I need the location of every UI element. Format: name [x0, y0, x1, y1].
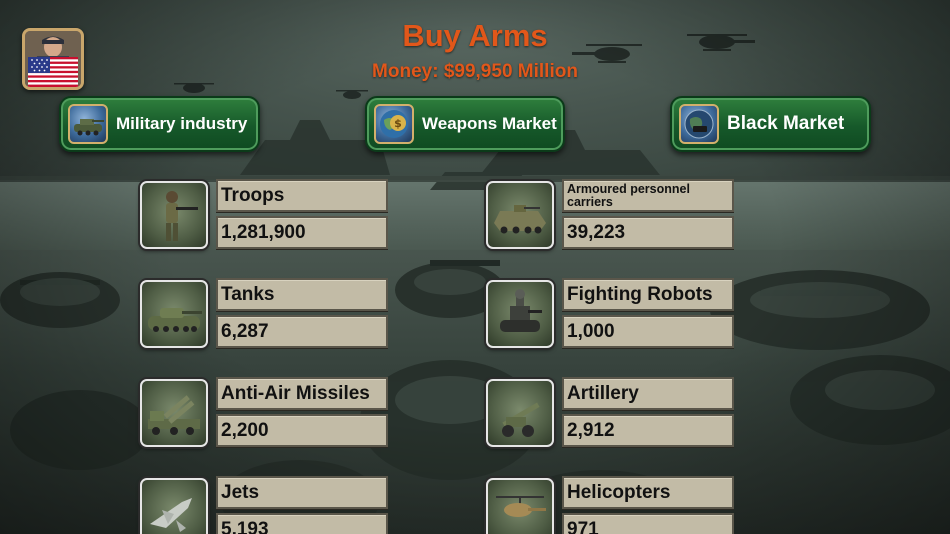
tank-icon[interactable]: [140, 280, 208, 348]
artillery-count: 2,912: [562, 414, 734, 447]
svg-text:$: $: [394, 117, 402, 130]
anti-air-missiles-name: Anti-Air Missiles: [216, 377, 388, 410]
jets-count: 5,193: [216, 513, 388, 534]
apc-count: 39,223: [562, 216, 734, 249]
artillery-icon[interactable]: [486, 379, 554, 447]
tanks-name: Tanks: [216, 278, 388, 311]
helicopters-name: Helicopters: [562, 476, 734, 509]
black-market-button[interactable]: Black Market: [670, 96, 871, 152]
troops-count: 1,281,900: [216, 216, 388, 249]
page-title: Buy Arms: [402, 18, 548, 53]
apc-icon[interactable]: [486, 181, 554, 249]
factory-tank-icon: [68, 104, 108, 144]
jet-icon[interactable]: [140, 478, 208, 534]
fighting-robots-name: Fighting Robots: [562, 278, 734, 311]
soldier-icon[interactable]: [140, 181, 208, 249]
fighting-robots-count: 1,000: [562, 315, 734, 348]
weapons-market-label: Weapons Market: [422, 114, 557, 133]
country-button[interactable]: [22, 28, 84, 90]
us-flag-icon: [28, 57, 78, 87]
jets-name: Jets: [216, 476, 388, 509]
tanks-count: 6,287: [216, 315, 388, 348]
military-industry-label: Military industry: [116, 114, 248, 133]
military-industry-button[interactable]: Military industry: [59, 96, 260, 152]
robot-icon[interactable]: [486, 280, 554, 348]
weapons-market-button[interactable]: $ Weapons Market: [365, 96, 565, 152]
apc-name: Armoured personnel carriers: [562, 179, 734, 212]
globe-dollar-icon: $: [374, 104, 414, 144]
globe-dark-icon: [679, 104, 719, 144]
money-display: Money: $99,950 Million: [372, 61, 578, 82]
helicopter-icon[interactable]: [486, 478, 554, 534]
artillery-name: Artillery: [562, 377, 734, 410]
helicopters-count: 971: [562, 513, 734, 534]
troops-name: Troops: [216, 179, 388, 212]
anti-air-missiles-count: 2,200: [216, 414, 388, 447]
missile-launcher-icon[interactable]: [140, 379, 208, 447]
black-market-label: Black Market: [727, 113, 845, 134]
